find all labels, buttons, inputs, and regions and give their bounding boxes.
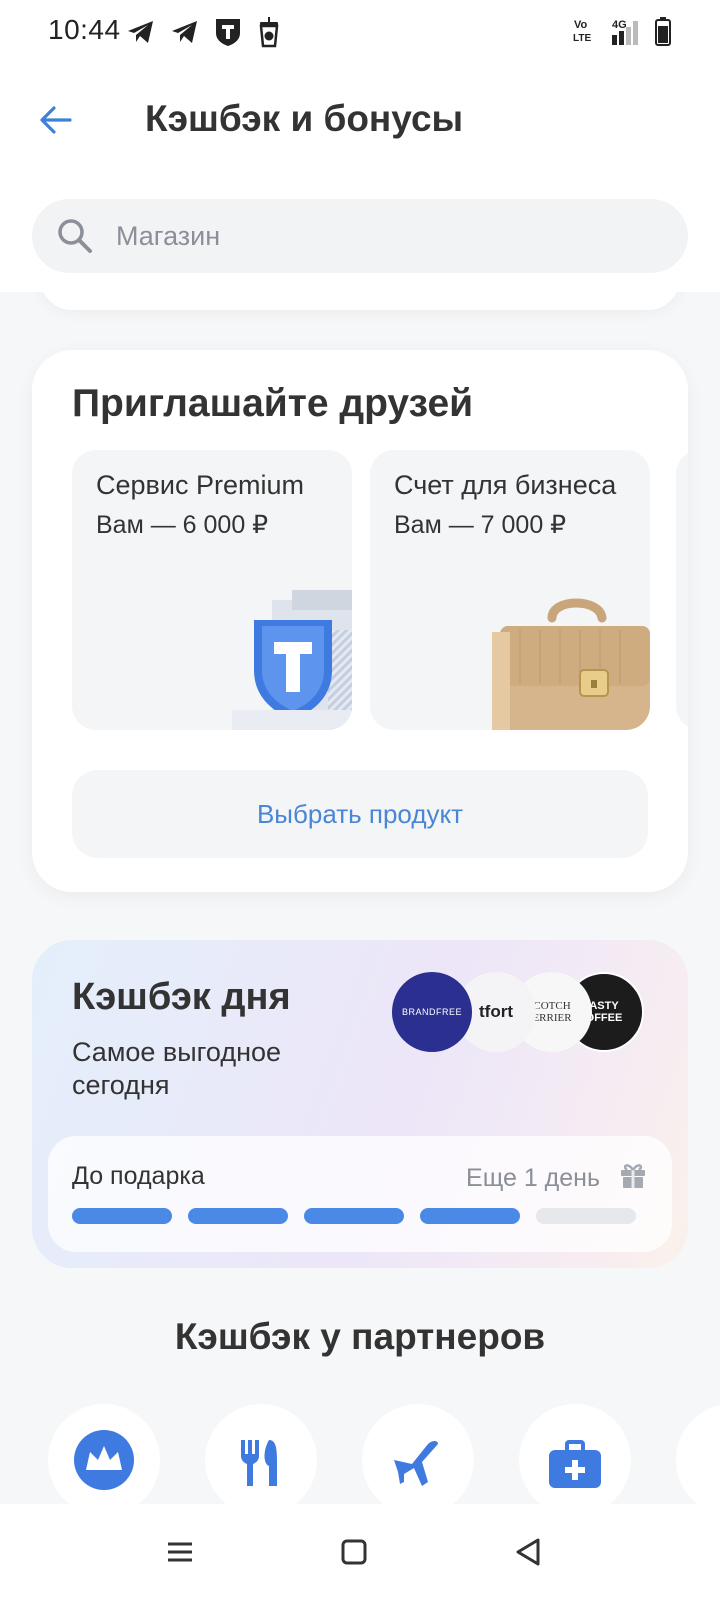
battery-icon — [655, 17, 671, 46]
search-icon — [58, 219, 92, 253]
system-icons: Vo LTE 4G — [572, 16, 672, 46]
status-time: 10:44 — [48, 14, 121, 45]
gift-icon — [621, 1164, 645, 1188]
telegram-icon — [128, 21, 153, 43]
partners-title: Кэшбэк у партнеров — [174, 1316, 546, 1357]
progress-label: До подарка — [72, 1162, 205, 1190]
system-nav-bar — [0, 1504, 720, 1600]
page-title: Кэшбэк и бонусы — [145, 98, 464, 139]
gift-progress: До подарка Еще 1 день — [48, 1136, 672, 1252]
category-health[interactable] — [519, 1404, 631, 1504]
brand-logos: ASTY OFFEE COTCH ERRIER tfort BRANDFREE — [392, 972, 644, 1052]
progress-segment-done — [420, 1208, 520, 1224]
search-bar[interactable] — [32, 199, 688, 273]
offer-card-business[interactable]: Счет для бизнеса Вам — 7 000 ₽ — [370, 450, 650, 730]
cashback-of-day-card[interactable]: Кэшбэк дня Самое выгодное сегодня ASTY O… — [32, 940, 688, 1268]
choose-product-button[interactable]: Выбрать продукт — [72, 770, 648, 858]
search-input[interactable] — [116, 199, 656, 273]
invite-friends-card: Приглашайте друзей Сервис Premium Вам — … — [32, 350, 688, 892]
airplane-icon — [394, 1441, 438, 1486]
telegram-icon — [172, 21, 197, 43]
invite-title: Приглашайте друзей — [72, 382, 474, 425]
category-food[interactable] — [205, 1404, 317, 1504]
medicine-icon — [549, 1440, 601, 1488]
svg-text:LTE: LTE — [573, 33, 591, 44]
back-icon[interactable] — [510, 1536, 546, 1568]
progress-segment-done — [72, 1208, 172, 1224]
progress-segment-todo — [536, 1208, 636, 1224]
offer-card-next[interactable] — [676, 450, 688, 730]
signal-4g-icon: 4G — [612, 19, 638, 45]
offers-carousel[interactable]: Сервис Premium Вам — 6 000 ₽ Счет для би… — [72, 450, 688, 730]
arrow-left-icon[interactable] — [36, 100, 76, 140]
offer-reward: Вам — 6 000 ₽ — [96, 511, 269, 539]
category-crown[interactable] — [48, 1404, 160, 1504]
svg-text:Vo: Vo — [574, 19, 588, 31]
kitfort-logo-text: tfort — [479, 1002, 513, 1021]
menu-icon[interactable] — [162, 1536, 198, 1568]
notification-icons — [126, 16, 282, 48]
progress-segments — [72, 1208, 636, 1224]
offer-title: Сервис Premium — [96, 470, 304, 500]
t-shield-illustration — [232, 590, 352, 730]
volte-icon: Vo LTE — [573, 19, 591, 44]
status-bar: 10:44 Vo LTE 4G — [0, 0, 720, 64]
offer-reward: Вам — 7 000 ₽ — [394, 511, 567, 539]
scroll-content[interactable]: Приглашайте друзей Сервис Premium Вам — … — [0, 292, 720, 1504]
cashback-day-title: Кэшбэк дня — [72, 976, 291, 1018]
food-icon — [241, 1440, 277, 1486]
partner-categories[interactable] — [0, 1404, 720, 1504]
brandfree-logo: BRANDFREE — [392, 972, 472, 1052]
progress-remaining: Еще 1 день — [466, 1164, 600, 1192]
progress-segment-done — [304, 1208, 404, 1224]
t-bank-icon — [216, 19, 240, 46]
coffee-cup-icon — [259, 17, 279, 48]
crown-icon — [74, 1430, 134, 1490]
scotch-terrier-logo-text: COTCH ERRIER — [532, 1000, 572, 1024]
offer-title: Счет для бизнеса — [394, 470, 617, 500]
category-next[interactable] — [676, 1404, 720, 1504]
progress-segment-done — [188, 1208, 288, 1224]
briefcase-illustration — [492, 598, 650, 730]
category-travel[interactable] — [362, 1404, 474, 1504]
cashback-day-subtitle: Самое выгодное сегодня — [72, 1037, 282, 1100]
previous-card-edge — [40, 292, 680, 310]
header: Кэшбэк и бонусы — [0, 80, 720, 160]
offer-card-premium[interactable]: Сервис Premium Вам — 6 000 ₽ — [72, 450, 352, 730]
brandfree-logo-text: BRANDFREE — [401, 1007, 462, 1017]
svg-text:4G: 4G — [612, 19, 627, 31]
home-icon[interactable] — [336, 1536, 372, 1568]
